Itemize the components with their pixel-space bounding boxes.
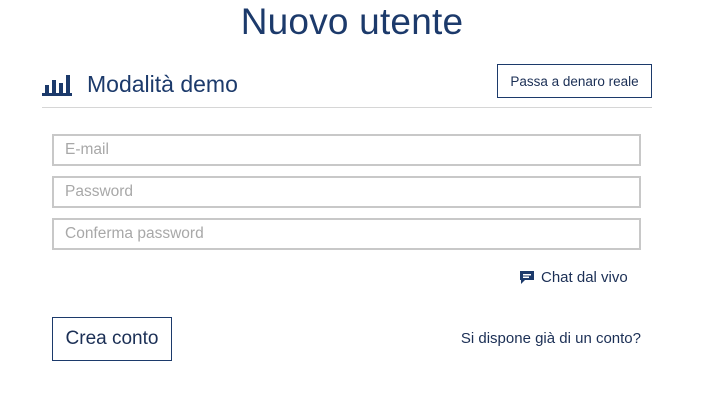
email-field[interactable] bbox=[52, 134, 641, 166]
live-chat-link[interactable]: Chat dal vivo bbox=[519, 267, 628, 287]
new-user-page: Nuovo utente Modalità demo Passa a denar… bbox=[0, 0, 704, 400]
demo-mode-label: Modalità demo bbox=[87, 71, 238, 97]
mode-bar: Modalità demo Passa a denaro reale bbox=[42, 62, 652, 108]
page-title: Nuovo utente bbox=[240, 1, 464, 42]
bar-chart-icon bbox=[42, 72, 72, 96]
confirm-password-field[interactable] bbox=[52, 218, 641, 250]
password-field[interactable] bbox=[52, 176, 641, 208]
switch-to-real-money-button[interactable]: Passa a denaro reale bbox=[497, 64, 652, 98]
live-chat-label: Chat dal vivo bbox=[541, 268, 628, 286]
create-account-button[interactable]: Crea conto bbox=[52, 317, 172, 361]
chat-bubble-icon bbox=[519, 269, 535, 285]
existing-account-link[interactable]: Si dispone già di un conto? bbox=[461, 330, 641, 347]
